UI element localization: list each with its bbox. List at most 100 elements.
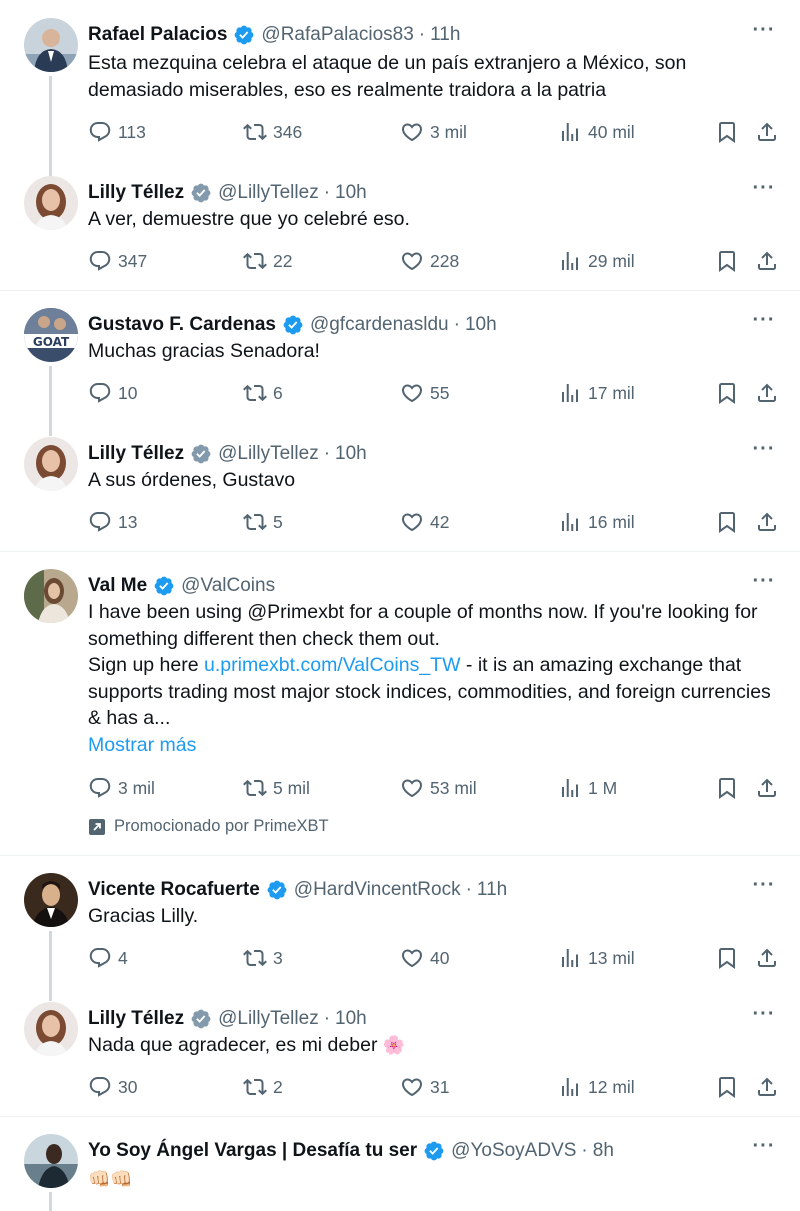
avatar[interactable]	[24, 1134, 78, 1188]
more-options-icon[interactable]: ···	[750, 178, 778, 204]
bookmark-button[interactable]	[714, 774, 740, 802]
like-button[interactable]: 53 mil	[400, 774, 477, 802]
like-button[interactable]: 228	[400, 247, 459, 275]
post-time[interactable]: 11h	[430, 24, 460, 46]
share-button[interactable]	[754, 944, 780, 972]
avatar[interactable]: GOAT	[24, 308, 78, 362]
reply-button[interactable]: 30	[88, 1073, 137, 1101]
repost-button[interactable]: 2	[243, 1073, 283, 1101]
views-button[interactable]: 29 mil	[558, 247, 635, 275]
post-time[interactable]: 10h	[465, 314, 497, 336]
post-val-me-promoted[interactable]: Val Me @ValCoins ··· I have been using @…	[0, 569, 800, 841]
show-more-link[interactable]: Mostrar más	[88, 732, 780, 759]
post-gustavo-cardenas[interactable]: GOAT Gustavo F. Cardenas @gfcardenasldu …	[0, 308, 800, 436]
author-handle[interactable]: @gfcardenasldu	[310, 314, 449, 336]
repost-button[interactable]: 22	[243, 247, 292, 275]
author-handle[interactable]: @HardVincentRock	[294, 879, 461, 901]
views-button[interactable]: 12 mil	[558, 1073, 635, 1101]
author-name[interactable]: Lilly Téllez	[88, 1008, 184, 1030]
more-options-icon[interactable]: ···	[750, 571, 778, 597]
share-button[interactable]	[754, 508, 780, 536]
thread-line	[49, 1192, 52, 1211]
author-handle[interactable]: @RafaPalacios83	[261, 24, 413, 46]
share-button[interactable]	[754, 118, 780, 146]
avatar[interactable]	[24, 437, 78, 491]
share-button[interactable]	[754, 379, 780, 407]
bookmark-button[interactable]	[714, 118, 740, 146]
post-lilly-tellez[interactable]: Lilly Téllez @LillyTellez · 10h ··· A su…	[0, 437, 800, 549]
like-button[interactable]: 42	[400, 508, 449, 536]
separator-dot: ·	[323, 443, 331, 464]
more-options-icon[interactable]: ···	[750, 439, 778, 465]
post-time[interactable]: 10h	[335, 1008, 367, 1030]
share-button[interactable]	[754, 247, 780, 275]
more-options-icon[interactable]: ···	[750, 1004, 778, 1030]
bookmark-button[interactable]	[714, 379, 740, 407]
repost-button[interactable]: 5	[243, 508, 283, 536]
repost-button[interactable]: 3	[243, 944, 283, 972]
like-button[interactable]: 3 mil	[400, 118, 467, 146]
author-handle[interactable]: @YoSoyADVS	[451, 1140, 576, 1162]
reply-button[interactable]: 3 mil	[88, 774, 155, 802]
author-handle[interactable]: @LillyTellez	[218, 182, 319, 204]
repost-button[interactable]: 5 mil	[243, 774, 310, 802]
author-name[interactable]: Val Me	[88, 575, 147, 597]
post-rafael-palacios[interactable]: Rafael Palacios @RafaPalacios83 · 11h ··…	[0, 18, 800, 186]
views-button[interactable]: 40 mil	[558, 118, 635, 146]
reply-button[interactable]: 10	[88, 379, 137, 407]
post-vicente-rocafuerte[interactable]: Vicente Rocafuerte @HardVincentRock · 11…	[0, 873, 800, 1001]
author-name[interactable]: Yo Soy Ángel Vargas | Desafía tu ser	[88, 1140, 417, 1162]
post-lilly-tellez[interactable]: Lilly Téllez @LillyTellez · 10h ··· A ve…	[0, 176, 800, 288]
post-time[interactable]: 10h	[335, 182, 367, 204]
views-button[interactable]: 17 mil	[558, 379, 635, 407]
reply-button[interactable]: 13	[88, 508, 137, 536]
more-options-icon[interactable]: ···	[750, 875, 778, 901]
author-name[interactable]: Lilly Téllez	[88, 182, 184, 204]
more-options-icon[interactable]: ···	[750, 1136, 778, 1162]
like-button[interactable]: 40	[400, 944, 449, 972]
views-icon	[562, 252, 578, 270]
more-options-icon[interactable]: ···	[750, 310, 778, 336]
avatar[interactable]	[24, 176, 78, 230]
bookmark-button[interactable]	[714, 1073, 740, 1101]
post-angel-vargas[interactable]: Yo Soy Ángel Vargas | Desafía tu ser @Yo…	[0, 1134, 800, 1211]
heart-icon	[401, 779, 423, 798]
repost-icon	[243, 252, 267, 270]
like-button[interactable]: 55	[400, 379, 449, 407]
post-time[interactable]: 8h	[593, 1140, 614, 1162]
avatar[interactable]	[24, 873, 78, 927]
author-handle[interactable]: @ValCoins	[181, 575, 275, 597]
share-button[interactable]	[754, 774, 780, 802]
bookmark-button[interactable]	[714, 508, 740, 536]
author-name[interactable]: Vicente Rocafuerte	[88, 879, 260, 901]
reply-button[interactable]: 347	[88, 247, 147, 275]
avatar[interactable]	[24, 18, 78, 72]
post-time[interactable]: 11h	[477, 879, 507, 901]
repost-button[interactable]: 6	[243, 379, 283, 407]
promo-link[interactable]: u.primexbt.com/ValCoins_TW	[204, 654, 460, 676]
author-handle[interactable]: @LillyTellez	[218, 1008, 319, 1030]
post-lilly-tellez[interactable]: Lilly Téllez @LillyTellez · 10h ··· Nada…	[0, 1002, 800, 1114]
author-name[interactable]: Gustavo F. Cardenas	[88, 314, 276, 336]
reply-button[interactable]: 4	[88, 944, 128, 972]
bookmark-icon	[719, 122, 735, 143]
views-button[interactable]: 16 mil	[558, 508, 635, 536]
author-name[interactable]: Lilly Téllez	[88, 443, 184, 465]
heart-icon	[401, 1078, 423, 1097]
bookmark-button[interactable]	[714, 944, 740, 972]
like-button[interactable]: 31	[400, 1073, 449, 1101]
author-name[interactable]: Rafael Palacios	[88, 24, 227, 46]
views-button[interactable]: 13 mil	[558, 944, 635, 972]
repost-count: 346	[273, 121, 303, 142]
views-button[interactable]: 1 M	[558, 774, 617, 802]
reply-button[interactable]: 113	[88, 118, 146, 146]
share-button[interactable]	[754, 1073, 780, 1101]
repost-button[interactable]: 346	[243, 118, 302, 146]
avatar[interactable]	[24, 569, 78, 623]
more-options-icon[interactable]: ···	[750, 20, 778, 46]
repost-icon	[243, 513, 267, 531]
bookmark-button[interactable]	[714, 247, 740, 275]
avatar[interactable]	[24, 1002, 78, 1056]
author-handle[interactable]: @LillyTellez	[218, 443, 319, 465]
post-time[interactable]: 10h	[335, 443, 367, 465]
